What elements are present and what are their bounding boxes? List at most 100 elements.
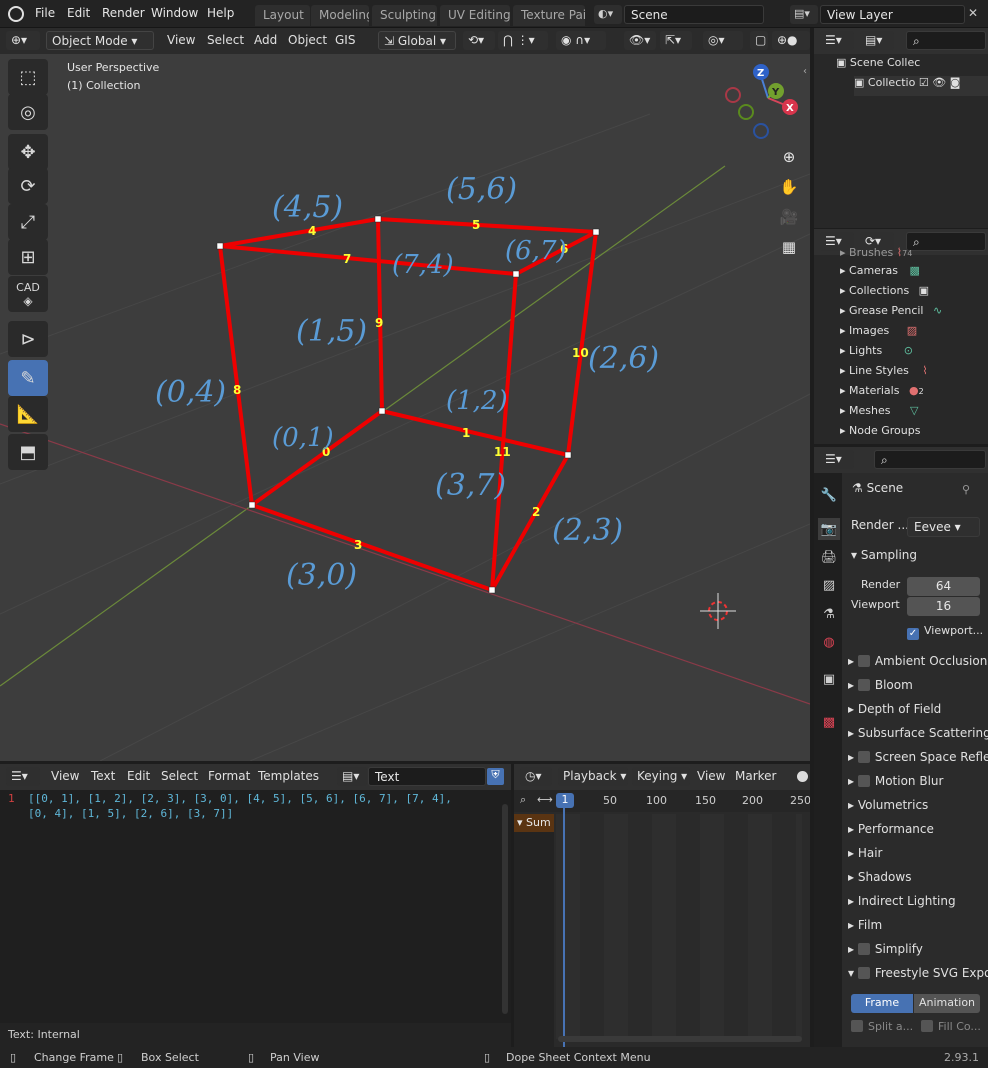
text-editor-type-icon[interactable]: ☰▾ <box>6 767 40 786</box>
view-layer-browse-icon[interactable]: ▤▾ <box>790 5 818 24</box>
orientation-select[interactable]: ⇲ Global ▾ <box>378 31 456 50</box>
datablock-meshes[interactable]: ▸ Meshes ▽ <box>840 404 918 424</box>
code-line[interactable]: [[0, 1], [1, 2], [2, 3], [3, 0], [4, 5],… <box>28 792 452 805</box>
panel-bloom[interactable]: ▸ Bloom <box>848 678 913 700</box>
measure-tool-icon[interactable]: 📐 <box>8 396 48 432</box>
editor-type-icon[interactable]: ⊕▾ <box>6 31 40 50</box>
dope-scrollbar[interactable] <box>558 1036 802 1042</box>
text-menu-select[interactable]: Select <box>156 767 203 786</box>
panel-checkbox[interactable] <box>857 943 870 955</box>
viewport-menu-add[interactable]: Add <box>249 31 282 50</box>
datablock-images[interactable]: ▸ Images ▨ <box>840 324 917 344</box>
panel-depth-of-field[interactable]: ▸ Depth of Field <box>848 702 941 724</box>
scene-browse-icon[interactable]: ◐▾ <box>594 5 622 24</box>
datablock-collections[interactable]: ▸ Collections ▣ <box>840 284 929 304</box>
tab-layout[interactable]: Layout <box>255 5 310 26</box>
text-menu-text[interactable]: Text <box>86 767 120 786</box>
gizmo-neg-y-axis[interactable] <box>738 104 754 120</box>
tab-texture-paint[interactable]: Texture Paint <box>513 5 585 26</box>
panel-volumetrics[interactable]: ▸ Volumetrics <box>848 798 928 820</box>
tab-sculpting[interactable]: Sculpting <box>372 5 437 26</box>
datablock-cameras[interactable]: ▸ Cameras ▩ <box>840 264 920 284</box>
datablock-materials[interactable]: ▸ Materials ●2 <box>840 384 924 404</box>
camera-view-icon[interactable]: 🎥 <box>776 204 802 230</box>
blender-logo-icon[interactable] <box>8 6 24 22</box>
text-menu-view[interactable]: View <box>46 767 84 786</box>
output-properties-icon[interactable]: 🖨 <box>818 546 840 568</box>
viewport-menu-gis[interactable]: GIS <box>330 31 360 50</box>
datablock-grease-pencil[interactable]: ▸ Grease Pencil ∿ <box>840 304 942 324</box>
visibility-icon[interactable]: 👁▾ <box>624 31 656 50</box>
panel-checkbox[interactable] <box>857 679 870 691</box>
outliner-editor-type-icon[interactable]: ☰▾ <box>820 31 854 50</box>
scale-tool-icon[interactable]: ⤢ <box>8 204 48 240</box>
menu-window[interactable]: Window <box>151 6 198 20</box>
frame-tab[interactable]: Frame <box>851 994 913 1013</box>
panel-checkbox[interactable] <box>857 775 870 787</box>
viewport-menu-object[interactable]: Object <box>283 31 332 50</box>
fill-checkbox[interactable]: Fill Co... <box>921 1020 981 1042</box>
dope-search-icon[interactable]: ⌕ <box>520 793 526 807</box>
gizmo-neg-x-axis[interactable] <box>725 87 741 103</box>
viewport-samples-field[interactable]: 16 <box>907 597 980 616</box>
cursor-tool-icon[interactable]: ◎ <box>8 94 48 130</box>
xray-icon[interactable]: ▢ <box>750 31 768 50</box>
properties-editor-type-icon[interactable]: ☰▾ <box>820 450 854 469</box>
datablock-line-styles[interactable]: ▸ Line Styles ⌇ <box>840 364 928 384</box>
viewport-menu-view[interactable]: View <box>162 31 200 50</box>
menu-render[interactable]: Render <box>102 6 145 20</box>
properties-search-icon[interactable]: ⌕ <box>874 450 986 469</box>
dope-editor-type-icon[interactable]: ◷▾ <box>520 767 552 786</box>
tab-modeling[interactable]: Modeling <box>311 5 369 26</box>
pan-hand-icon[interactable]: ✋ <box>776 174 802 200</box>
scene-name-field[interactable]: Scene <box>624 5 764 24</box>
sampling-panel-header[interactable]: ▾ Sampling <box>851 548 917 570</box>
render-camera-icon[interactable]: ◙ <box>950 76 961 89</box>
zoom-icon[interactable]: ⊕ <box>776 144 802 170</box>
text-menu-format[interactable]: Format <box>203 767 255 786</box>
dope-menu-marker[interactable]: Marker <box>730 767 781 786</box>
menu-edit[interactable]: Edit <box>67 6 90 20</box>
panel-freestyle-svg-export[interactable]: ▾ Freestyle SVG Expo <box>848 966 988 988</box>
panel-ambient-occlusion[interactable]: ▸ Ambient Occlusion <box>848 654 987 676</box>
visibility-eye-icon[interactable]: 👁 <box>932 76 946 89</box>
tool-settings-icon[interactable]: 🔧 <box>818 484 840 506</box>
move-tool-icon[interactable]: ✥ <box>8 134 48 170</box>
animation-tab[interactable]: Animation <box>914 994 980 1013</box>
panel-shadows[interactable]: ▸ Shadows <box>848 870 911 892</box>
playback-menu[interactable]: Playback ▾ <box>558 767 628 786</box>
sidebar-toggle-icon[interactable]: ‹ <box>803 66 807 77</box>
panel-motion-blur[interactable]: ▸ Motion Blur <box>848 774 943 796</box>
3d-cursor-icon[interactable] <box>700 593 736 629</box>
snap-icon[interactable]: ⋂ ⋮▾ <box>498 31 548 50</box>
panel-simplify[interactable]: ▸ Simplify <box>848 942 923 964</box>
dope-menu-view[interactable]: View <box>692 767 730 786</box>
view-layer-field[interactable]: View Layer <box>820 5 965 24</box>
keying-menu[interactable]: Keying ▾ <box>632 767 690 786</box>
3d-viewport[interactable]: 0 1 2 3 4 5 6 7 8 9 10 11 (4,5) (5,6) (7… <box>0 54 810 761</box>
panel-performance[interactable]: ▸ Performance <box>848 822 934 844</box>
panel-checkbox[interactable] <box>857 751 870 763</box>
render-properties-icon[interactable]: 📷 <box>818 518 840 540</box>
summary-channel[interactable]: ▾ Sum <box>514 814 554 832</box>
proportional-edit-icon[interactable]: ◉ ∩▾ <box>556 31 606 50</box>
scene-collection-row[interactable]: ▣ Scene Collec <box>836 56 920 76</box>
overlay-toggle-icon[interactable]: ◎▾ <box>703 31 743 50</box>
shield-icon[interactable]: ⛨ <box>487 768 504 785</box>
panel-indirect-lighting[interactable]: ▸ Indirect Lighting <box>848 894 956 916</box>
panel-checkbox[interactable] <box>857 967 870 979</box>
shading-icon[interactable]: ⊕● <box>772 31 810 50</box>
render-engine-select[interactable]: Eevee ▾ <box>907 517 980 537</box>
text-menu-edit[interactable]: Edit <box>122 767 155 786</box>
text-browse-icon[interactable]: ▤▾ <box>337 767 367 786</box>
select-box-tool-icon[interactable]: ⬚ <box>8 59 48 95</box>
panel-subsurface-scattering[interactable]: ▸ Subsurface Scattering <box>848 726 988 748</box>
pivot-icon[interactable]: ⟲▾ <box>463 31 495 50</box>
collection-checkbox-icon[interactable]: ☑ <box>919 76 929 89</box>
dope-swap-icon[interactable]: ⟷ <box>537 793 553 806</box>
dope-keyframe-area[interactable] <box>556 814 802 1039</box>
datablock-node-groups[interactable]: ▸ Node Groups <box>840 424 920 444</box>
perspective-grid-icon[interactable]: ▦ <box>776 234 802 260</box>
split-checkbox[interactable]: Split a... <box>851 1020 913 1042</box>
viewport-menu-select[interactable]: Select <box>202 31 249 50</box>
